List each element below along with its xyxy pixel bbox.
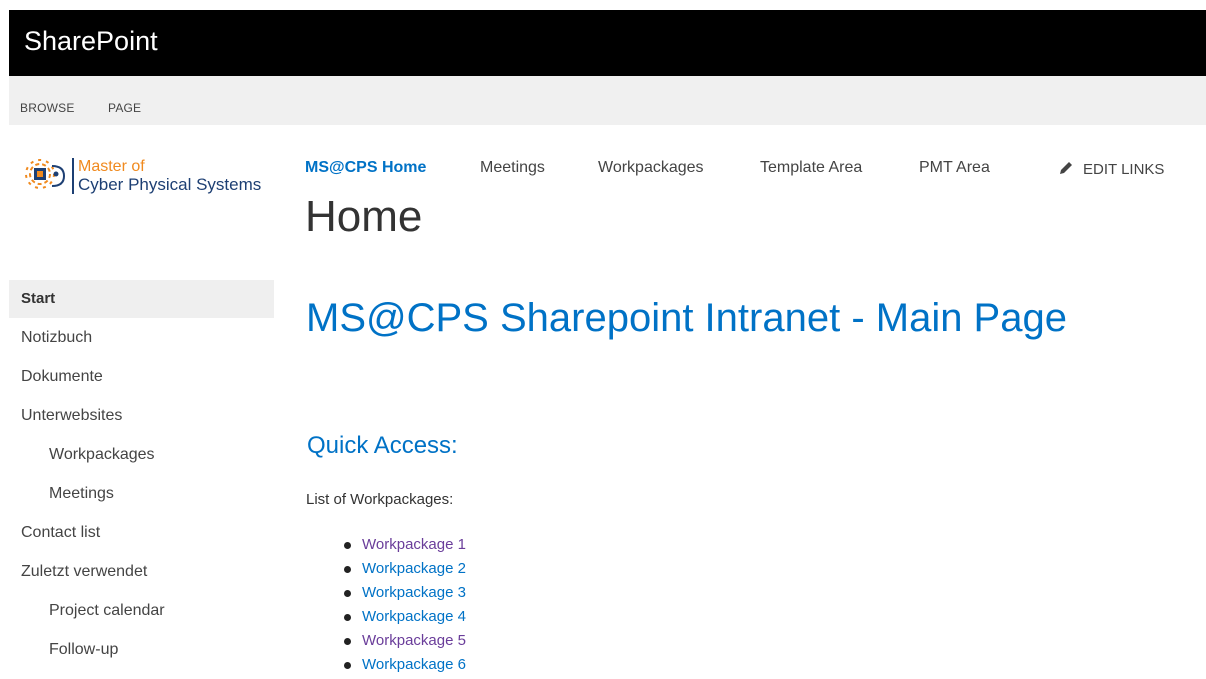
edit-links-label: EDIT LINKS	[1083, 161, 1165, 178]
workpackage-4-link[interactable]: Workpackage 4	[362, 607, 466, 627]
left-nav-unterwebsites[interactable]: Unterwebsites	[9, 397, 274, 435]
left-nav-dokumente[interactable]: Dokumente	[9, 358, 274, 396]
bullet-icon	[344, 614, 351, 621]
ribbon-tab-browse[interactable]: BROWSE	[20, 101, 75, 115]
left-nav-start[interactable]: Start	[9, 280, 274, 318]
workpackage-1-link[interactable]: Workpackage 1	[362, 535, 466, 555]
left-nav-contact-list[interactable]: Contact list	[9, 514, 274, 552]
bullet-icon	[344, 590, 351, 597]
workpackage-list-label: List of Workpackages:	[306, 491, 454, 508]
bullet-icon	[344, 638, 351, 645]
sharepoint-brand[interactable]: SharePoint	[24, 26, 158, 57]
top-nav-meetings[interactable]: Meetings	[480, 159, 545, 177]
page-title: Home	[305, 192, 423, 241]
pencil-icon	[1060, 162, 1072, 174]
main-heading: MS@CPS Sharepoint Intranet - Main Page	[306, 296, 1067, 340]
left-nav-workpackages[interactable]: Workpackages	[9, 436, 274, 474]
left-nav-project-calendar[interactable]: Project calendar	[9, 592, 274, 630]
top-navigation: MS@CPS Home Meetings Workpackages Templa…	[0, 159, 1206, 183]
ribbon: BROWSE PAGE	[9, 76, 1206, 125]
bullet-icon	[344, 566, 351, 573]
ribbon-tab-page[interactable]: PAGE	[108, 101, 141, 115]
suite-bar: SharePoint	[9, 10, 1206, 76]
workpackage-5-link[interactable]: Workpackage 5	[362, 631, 466, 651]
left-nav-follow-up[interactable]: Follow-up	[9, 631, 274, 669]
workpackage-6-link[interactable]: Workpackage 6	[362, 655, 466, 675]
left-nav-zuletzt-verwendet[interactable]: Zuletzt verwendet	[9, 553, 274, 591]
workpackage-2-link[interactable]: Workpackage 2	[362, 559, 466, 579]
workpackage-3-link[interactable]: Workpackage 3	[362, 583, 466, 603]
top-nav-pmt-area[interactable]: PMT Area	[919, 159, 990, 177]
top-nav-msatcps-home[interactable]: MS@CPS Home	[305, 159, 426, 177]
quick-access-heading: Quick Access:	[307, 432, 458, 459]
top-nav-workpackages[interactable]: Workpackages	[598, 159, 704, 177]
bullet-icon	[344, 542, 351, 549]
bullet-icon	[344, 662, 351, 669]
left-nav-notizbuch[interactable]: Notizbuch	[9, 319, 274, 357]
top-nav-template-area[interactable]: Template Area	[760, 159, 862, 177]
edit-links-button[interactable]: EDIT LINKS	[1058, 160, 1164, 178]
left-nav-meetings[interactable]: Meetings	[9, 475, 274, 513]
